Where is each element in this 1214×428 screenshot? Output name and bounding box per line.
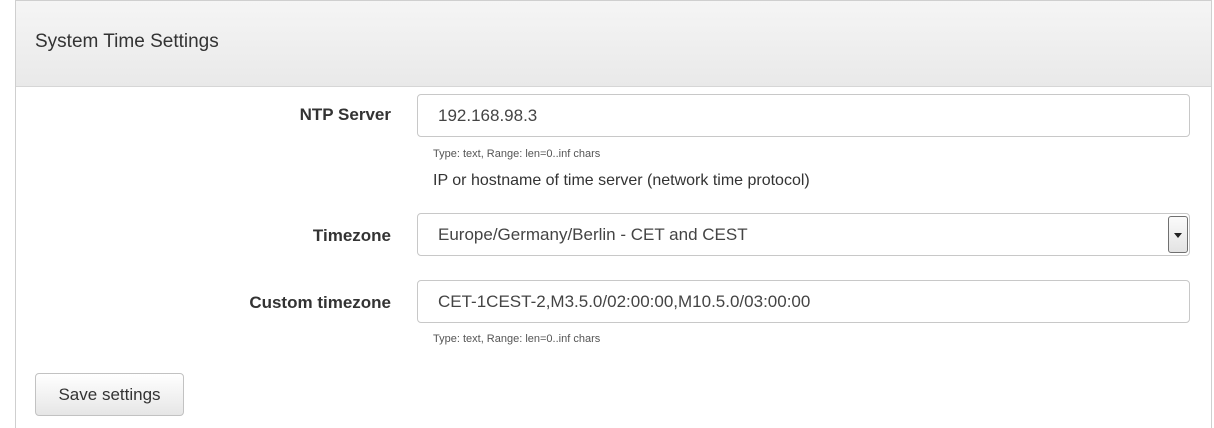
system-time-settings-panel: System Time Settings NTP Server Type: te… bbox=[15, 0, 1212, 428]
custom-timezone-input[interactable] bbox=[417, 280, 1190, 323]
timezone-select[interactable]: Europe/Germany/Berlin - CET and CEST bbox=[417, 213, 1190, 256]
ntp-server-type-hint: Type: text, Range: len=0..inf chars bbox=[433, 148, 601, 160]
ntp-server-label: NTP Server bbox=[299, 105, 391, 124]
timezone-label: Timezone bbox=[312, 226, 391, 245]
ntp-server-input[interactable] bbox=[417, 94, 1190, 137]
chevron-down-icon[interactable] bbox=[1168, 216, 1188, 253]
panel-title: System Time Settings bbox=[35, 31, 219, 52]
custom-timezone-label: Custom timezone bbox=[249, 293, 391, 312]
ntp-server-description: IP or hostname of time server (network t… bbox=[433, 172, 810, 189]
timezone-selected-value: Europe/Germany/Berlin - CET and CEST bbox=[438, 225, 748, 244]
panel-heading: System Time Settings bbox=[16, 0, 1211, 87]
save-settings-button[interactable]: Save settings bbox=[35, 373, 184, 416]
custom-timezone-type-hint: Type: text, Range: len=0..inf chars bbox=[433, 333, 601, 345]
